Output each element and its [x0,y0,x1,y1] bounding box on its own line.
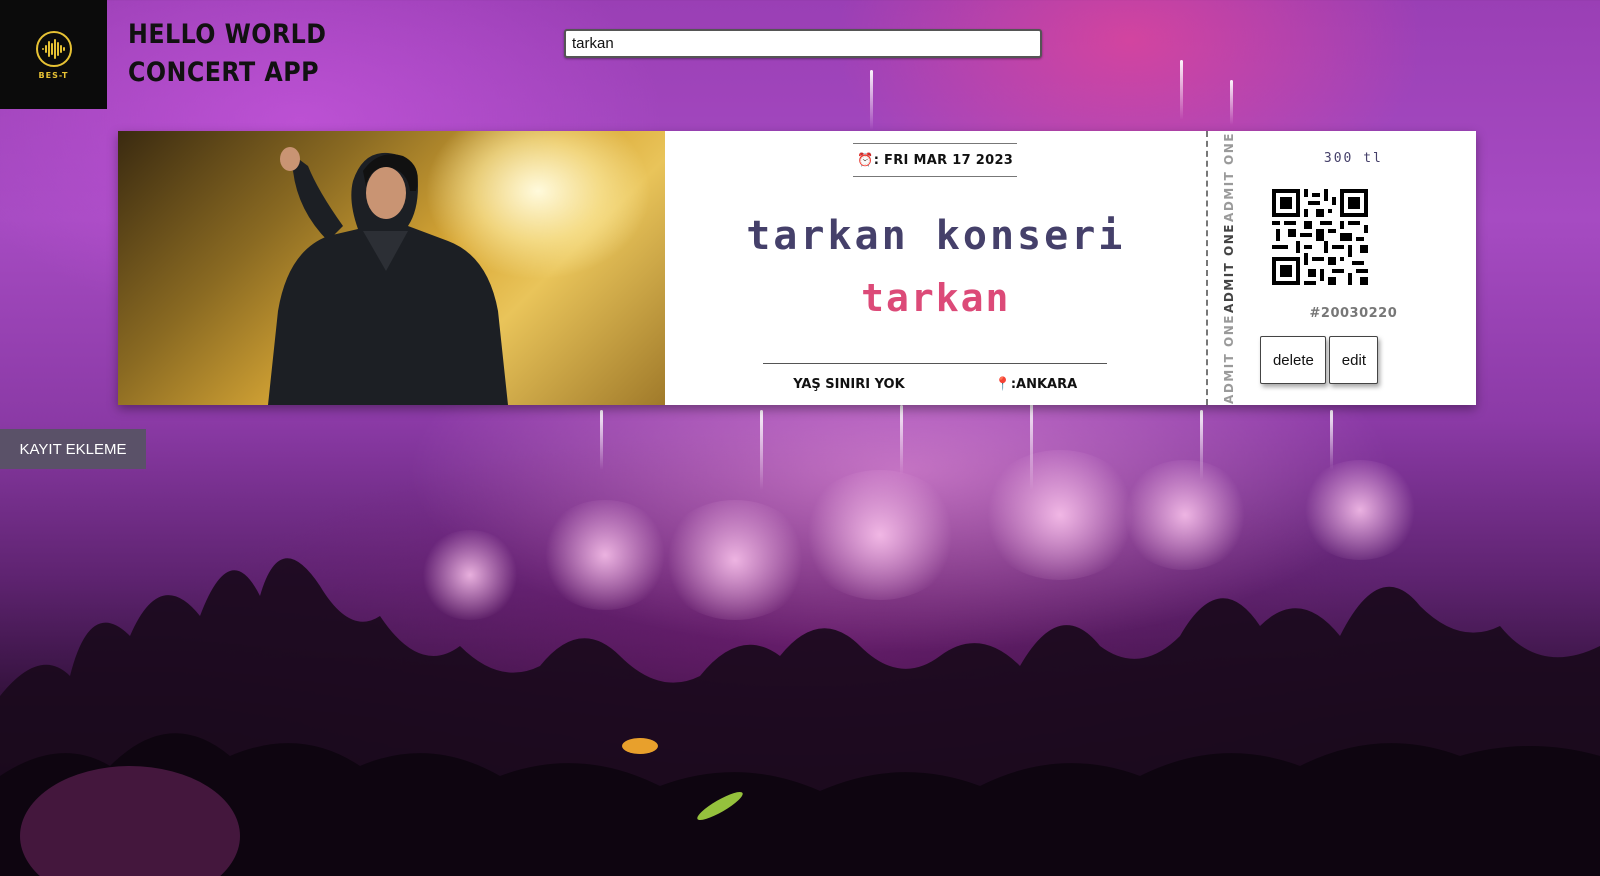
event-location: 📍:ANKARA [995,377,1078,392]
smoke-cloud [660,500,810,620]
event-artist: tarkan [861,276,1011,320]
admit-one-label: ADMIT ONE [1222,223,1237,313]
firework-spark [1200,410,1203,480]
artist-photo [118,131,666,405]
app-logo[interactable]: BES-T [0,0,107,109]
concert-ticket: ⏰ : FRI MAR 17 2023 tarkan konseri tarka… [118,131,1476,405]
firework-spark [600,410,603,470]
firework-spark [900,405,903,475]
ticket-serial-number: #20030220 [1309,306,1398,321]
ticket-stub: ADMIT ONE ADMIT ONE ADMIT ONE 300 tl #20… [1206,131,1476,405]
app-title: HELLO WORLD CONCERT APP [128,16,326,92]
smoke-cloud [800,470,960,600]
ticket-price: 300 tl [1323,151,1383,166]
delete-button[interactable]: delete [1260,336,1327,384]
admit-one-label: ADMIT ONE [1222,314,1237,405]
alarm-clock-icon: ⏰ [857,152,874,168]
firework-spark [760,410,763,490]
ticket-main-section: ⏰ : FRI MAR 17 2023 tarkan konseri tarka… [665,131,1207,405]
event-date: ⏰ : FRI MAR 17 2023 [853,143,1018,177]
search-input[interactable] [564,29,1042,58]
event-title: tarkan konseri [746,213,1126,259]
edit-button[interactable]: edit [1329,336,1379,384]
app-title-line-1: HELLO WORLD [128,19,327,50]
smoke-cloud [980,450,1140,580]
age-limit: YAŞ SINIRI YOK [793,377,905,392]
smoke-cloud [540,500,670,610]
smoke-cloud [1120,460,1250,570]
firework-spark [1180,60,1183,120]
location-pin-icon: 📍 [994,377,1011,392]
logo-text: BES-T [38,71,69,80]
sound-wave-icon [35,31,72,67]
admit-labels: ADMIT ONE ADMIT ONE ADMIT ONE [1218,131,1240,405]
firework-spark [1030,400,1033,490]
event-date-text: : FRI MAR 17 2023 [873,152,1014,168]
admit-one-label: ADMIT ONE [1222,131,1237,222]
qr-code-icon [1272,189,1369,285]
firework-spark [1230,80,1233,125]
smoke-cloud [1300,460,1420,560]
smoke-cloud [420,530,520,620]
firework-spark [870,70,873,130]
event-info-row: YAŞ SINIRI YOK 📍:ANKARA [763,363,1108,405]
add-record-button[interactable]: KAYIT EKLEME [0,429,146,469]
event-location-text: :ANKARA [1010,377,1078,392]
firework-spark [1330,410,1333,470]
app-title-line-2: CONCERT APP [128,57,319,88]
